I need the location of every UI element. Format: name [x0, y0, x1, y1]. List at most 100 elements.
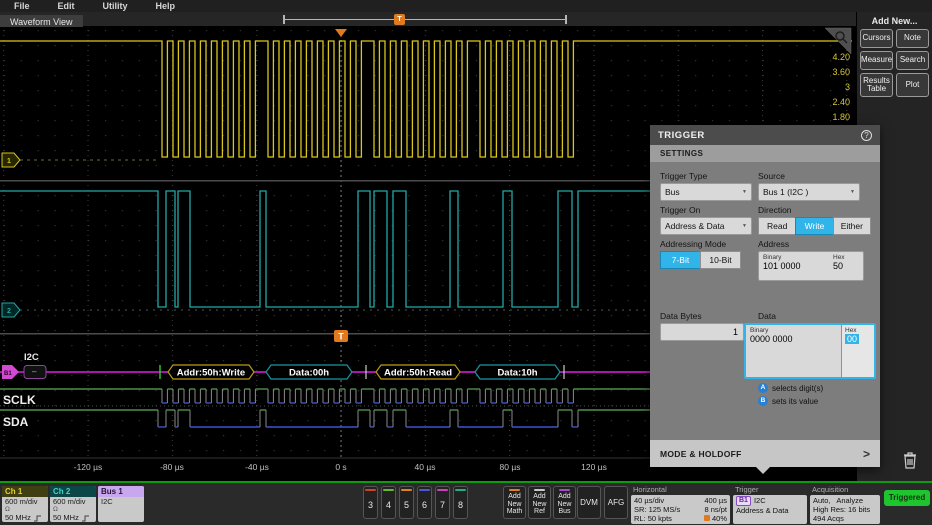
- trigger-position-marker[interactable]: T: [394, 14, 405, 25]
- menu-utility[interactable]: Utility: [89, 0, 142, 12]
- trigger-title: Trigger: [733, 485, 807, 495]
- dvm-button[interactable]: DVM: [577, 486, 601, 519]
- data-hex-label: Hex: [845, 327, 871, 334]
- menu-help[interactable]: Help: [142, 0, 190, 12]
- knob-hint-text: sets its value: [772, 397, 818, 406]
- scale-label: 2.40: [832, 97, 850, 107]
- channel-badge-bus1[interactable]: Bus 1I2C: [98, 486, 144, 522]
- scale-label: 3.60: [832, 67, 850, 77]
- trigger-mode: Address & Data: [736, 506, 789, 515]
- trigger-dialog-header[interactable]: TRIGGER ?: [650, 125, 880, 145]
- scale-label: 1.80: [832, 112, 850, 122]
- addressing-mode-label: Addressing Mode: [660, 239, 758, 249]
- add-new-bus-button[interactable]: Add New Bus: [553, 486, 576, 519]
- data-bytes-input[interactable]: 1: [660, 323, 744, 341]
- trash-icon[interactable]: [901, 450, 919, 470]
- channel-badge-ch2[interactable]: Ch 2600 m/divΩ50 MHz: [50, 486, 96, 522]
- digital-step-icon: [82, 515, 90, 522]
- tab-settings[interactable]: SETTINGS: [650, 145, 880, 162]
- help-icon[interactable]: ?: [861, 130, 872, 141]
- menu-bar: FileEditUtilityHelp: [0, 0, 932, 12]
- add-new-ref-button[interactable]: Add New Ref: [528, 486, 551, 519]
- channel-badge-body: I2C: [98, 497, 144, 507]
- data-field[interactable]: Binary 0000 0000 Hex 00: [744, 323, 876, 379]
- channel-number: 6: [422, 491, 427, 518]
- menu-edit[interactable]: Edit: [44, 0, 89, 12]
- channel-number: 8: [458, 491, 463, 518]
- add-new-measure-button[interactable]: Measure: [860, 51, 893, 70]
- knob-a-icon: A: [758, 383, 768, 393]
- add-new-note-button[interactable]: Note: [896, 29, 929, 48]
- trigger-panel[interactable]: Trigger B1I2C Address & Data: [733, 485, 807, 524]
- record-length: RL: 50 kpts: [634, 514, 672, 523]
- overview-rail: [283, 19, 567, 20]
- menu-file[interactable]: File: [0, 0, 44, 12]
- address-field[interactable]: Binary 101 0000 Hex 50: [758, 251, 864, 281]
- channel-7-button[interactable]: 7: [435, 486, 450, 519]
- add-new-math-button[interactable]: Add New Math: [503, 486, 526, 519]
- address-binary-value[interactable]: 101 0000: [763, 261, 833, 271]
- acq-mode: Auto, Analyze: [813, 496, 863, 505]
- add-new-search-button[interactable]: Search: [896, 51, 929, 70]
- direction-read-button[interactable]: Read: [758, 217, 796, 235]
- triggered-status-badge: Triggered: [884, 490, 930, 506]
- trigger-type-dropdown[interactable]: Bus ▼: [660, 183, 752, 201]
- horizontal-scale: 40 µs/div: [634, 496, 664, 505]
- address-hex-value[interactable]: 50: [833, 261, 859, 271]
- add-button-label: Add New Bus: [557, 491, 571, 518]
- data-hex-value[interactable]: 00: [845, 334, 859, 344]
- channel-4-button[interactable]: 4: [381, 486, 396, 519]
- trigger-type-label: Trigger Type: [660, 171, 758, 181]
- addressing-10-bit-button[interactable]: 10-Bit: [700, 251, 741, 269]
- channel-5-button[interactable]: 5: [399, 486, 414, 519]
- trigger-bus: I2C: [754, 496, 766, 506]
- chevron-right-icon: >: [863, 447, 870, 461]
- acquisition-panel[interactable]: Acquisition Auto, Analyze High Res: 16 b…: [810, 485, 880, 524]
- afg-button[interactable]: AFG: [604, 486, 628, 519]
- channel-6-button[interactable]: 6: [417, 486, 432, 519]
- channel-badge-header: Ch 1: [2, 486, 48, 497]
- channel-badge-ch1[interactable]: Ch 1600 m/divΩ50 MHz: [2, 486, 48, 522]
- horizontal-overview-bar[interactable]: T: [283, 15, 567, 24]
- decode-box-label: Addr:50h:Write: [177, 368, 245, 379]
- add-new-plot-button[interactable]: Plot: [896, 73, 929, 97]
- knob-b-icon: B: [758, 396, 768, 406]
- trigger-on-value: Address & Data: [665, 221, 725, 231]
- svg-text:2: 2: [7, 308, 11, 315]
- knob-hint-text: selects digit(s): [772, 384, 823, 393]
- trigger-dialog-title: TRIGGER: [658, 130, 705, 141]
- horizontal-panel[interactable]: Horizontal 40 µs/div400 µs SR: 125 MS/s8…: [631, 485, 730, 524]
- add-new-cursors-button[interactable]: Cursors: [860, 29, 893, 48]
- oscilloscope-screen: FileEditUtilityHelp Waveform View T 12B1…: [0, 0, 932, 525]
- expansion-percent: 40%: [704, 514, 727, 523]
- time-label: -80 µs: [160, 462, 184, 472]
- rp-row: MeasureSearch: [857, 51, 932, 70]
- add-new-results-table-button[interactable]: Results Table: [860, 73, 893, 97]
- time-label: 40 µs: [415, 462, 436, 472]
- channel-number: 4: [386, 491, 391, 518]
- chevron-down-icon: ▼: [742, 189, 747, 195]
- channel-3-button[interactable]: 3: [363, 486, 378, 519]
- direction-either-button[interactable]: Either: [833, 217, 871, 235]
- scale-label: 3: [845, 82, 850, 92]
- channel-8-button[interactable]: 8: [453, 486, 468, 519]
- decode-box-label: Data:10h: [497, 368, 537, 379]
- mode-holdoff-bar[interactable]: MODE & HOLDOFF >: [650, 440, 880, 467]
- source-dropdown[interactable]: Bus 1 (I2C ) ▼: [758, 183, 860, 201]
- horizontal-title: Horizontal: [631, 485, 730, 495]
- direction-write-button[interactable]: Write: [795, 217, 833, 235]
- addressing-7-bit-button[interactable]: 7-Bit: [660, 251, 701, 269]
- channel-scale: 600 m/div: [5, 498, 45, 506]
- chevron-down-icon: ▼: [850, 189, 855, 195]
- data-binary-value[interactable]: 0000 0000: [750, 334, 837, 344]
- svg-text:–: –: [32, 367, 37, 376]
- channel-number: 5: [404, 491, 409, 518]
- channel-bandwidth: 50 MHz: [5, 514, 31, 522]
- trigger-dialog-body: Trigger Type Source Bus ▼ Bus 1 (I2C ) ▼: [650, 162, 880, 406]
- decode-box-label: Addr:50h:Read: [384, 368, 452, 379]
- trigger-on-dropdown[interactable]: Address & Data ▼: [660, 217, 752, 235]
- horizontal-span: 400 µs: [704, 496, 727, 505]
- acquisition-title: Acquisition: [810, 485, 880, 495]
- sample-rate: SR: 125 MS/s: [634, 505, 680, 514]
- svg-text:T: T: [338, 332, 344, 342]
